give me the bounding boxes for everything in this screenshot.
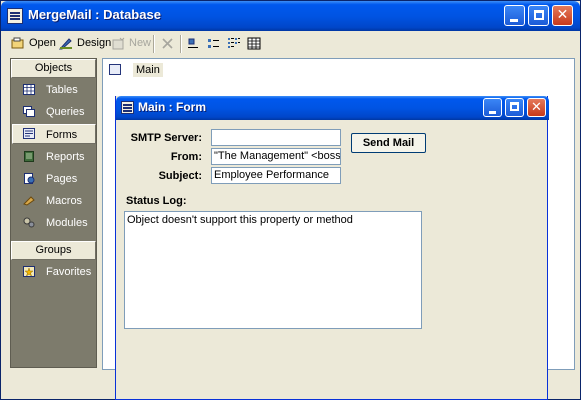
form-window-icon[interactable] xyxy=(121,101,134,114)
objects-item-pages[interactable]: Pages xyxy=(12,169,96,189)
smtp-server-label: SMTP Server: xyxy=(130,132,202,144)
large-icons-icon xyxy=(188,38,198,48)
form-maximize-button[interactable] xyxy=(505,98,524,117)
design-button-label: Design xyxy=(77,37,112,49)
small-icons-icon xyxy=(208,39,219,48)
objects-item-forms[interactable]: Forms xyxy=(12,124,96,144)
design-icon xyxy=(59,38,72,50)
toolbar-separator xyxy=(153,35,155,53)
new-icon xyxy=(112,37,125,50)
favorites-icon xyxy=(23,266,35,277)
send-mail-button[interactable]: Send Mail xyxy=(351,133,426,153)
database-toolbar: Open Design New xyxy=(5,32,577,54)
large-icons-button[interactable] xyxy=(186,34,202,52)
objects-item-modules[interactable]: Modules xyxy=(12,213,96,233)
smtp-server-input[interactable] xyxy=(211,129,341,146)
open-icon xyxy=(11,37,24,49)
delete-icon xyxy=(162,38,173,49)
objects-item-label: Tables xyxy=(46,84,78,96)
subject-label: Subject: xyxy=(158,170,202,182)
groups-header[interactable]: Groups xyxy=(11,241,96,260)
form-icon xyxy=(109,64,121,75)
groups-item-label: Favorites xyxy=(46,266,92,278)
subject-input[interactable]: Employee Performance xyxy=(211,167,341,184)
objects-bar: Objects Tables Queries Forms Reports Pag… xyxy=(10,58,97,368)
details-view-button[interactable] xyxy=(246,34,262,52)
minimize-button[interactable] xyxy=(504,5,525,26)
toolbar-separator xyxy=(180,35,182,53)
macro-icon xyxy=(23,196,35,206)
database-window-icon[interactable] xyxy=(7,8,23,24)
groups-item-favorites[interactable]: Favorites xyxy=(12,262,96,282)
close-button[interactable]: ✕ xyxy=(552,5,573,26)
objects-item-label: Modules xyxy=(46,217,88,229)
table-icon xyxy=(23,84,35,95)
form-window-title: Main : Form xyxy=(138,100,206,114)
objects-item-label: Forms xyxy=(46,129,78,141)
objects-item-tables[interactable]: Tables xyxy=(12,80,96,100)
new-button[interactable]: New xyxy=(111,34,153,52)
form-close-button[interactable]: ✕ xyxy=(527,98,546,117)
small-icons-button[interactable] xyxy=(206,34,222,52)
minimize-icon xyxy=(510,19,518,22)
from-label: From: xyxy=(170,151,202,163)
open-button[interactable]: Open xyxy=(9,34,57,52)
module-icon xyxy=(23,217,35,228)
report-icon xyxy=(24,151,34,162)
objects-header[interactable]: Objects xyxy=(11,59,96,78)
close-icon: ✕ xyxy=(531,100,542,115)
close-icon: ✕ xyxy=(556,7,569,23)
maximize-button[interactable] xyxy=(528,5,549,26)
objects-item-label: Pages xyxy=(46,173,78,185)
objects-item-macros[interactable]: Macros xyxy=(12,191,96,211)
objects-item-reports[interactable]: Reports xyxy=(12,147,96,167)
objects-item-label: Macros xyxy=(46,195,83,207)
list-item-label: Main xyxy=(133,63,163,77)
from-input[interactable]: "The Management" <boss@c xyxy=(211,148,341,165)
database-window-title: MergeMail : Database xyxy=(28,7,161,22)
main-form-window: Main : Form ✕ SMTP Server: Send Mail Fro… xyxy=(115,96,549,400)
maximize-icon xyxy=(510,102,519,111)
open-button-label: Open xyxy=(29,37,56,49)
objects-item-queries[interactable]: Queries xyxy=(12,102,96,122)
minimize-icon xyxy=(489,111,496,114)
query-icon xyxy=(23,106,35,117)
objects-item-label: Queries xyxy=(46,106,85,118)
maximize-icon xyxy=(534,10,544,20)
page-icon xyxy=(24,173,35,184)
form-minimize-button[interactable] xyxy=(483,98,502,117)
form-icon xyxy=(23,128,35,139)
database-title-bar[interactable]: MergeMail : Database ✕ xyxy=(1,1,580,31)
delete-button[interactable] xyxy=(160,34,176,52)
design-button[interactable]: Design xyxy=(57,34,112,52)
status-log-textbox[interactable]: Object doesn't support this property or … xyxy=(124,211,422,329)
new-button-label: New xyxy=(129,37,152,49)
list-view-button[interactable] xyxy=(226,34,242,52)
form-title-bar[interactable]: Main : Form ✕ xyxy=(116,96,549,120)
objects-item-label: Reports xyxy=(46,151,85,163)
list-view-icon xyxy=(228,38,240,48)
details-view-icon xyxy=(247,37,261,50)
status-log-label: Status Log: xyxy=(126,195,187,207)
